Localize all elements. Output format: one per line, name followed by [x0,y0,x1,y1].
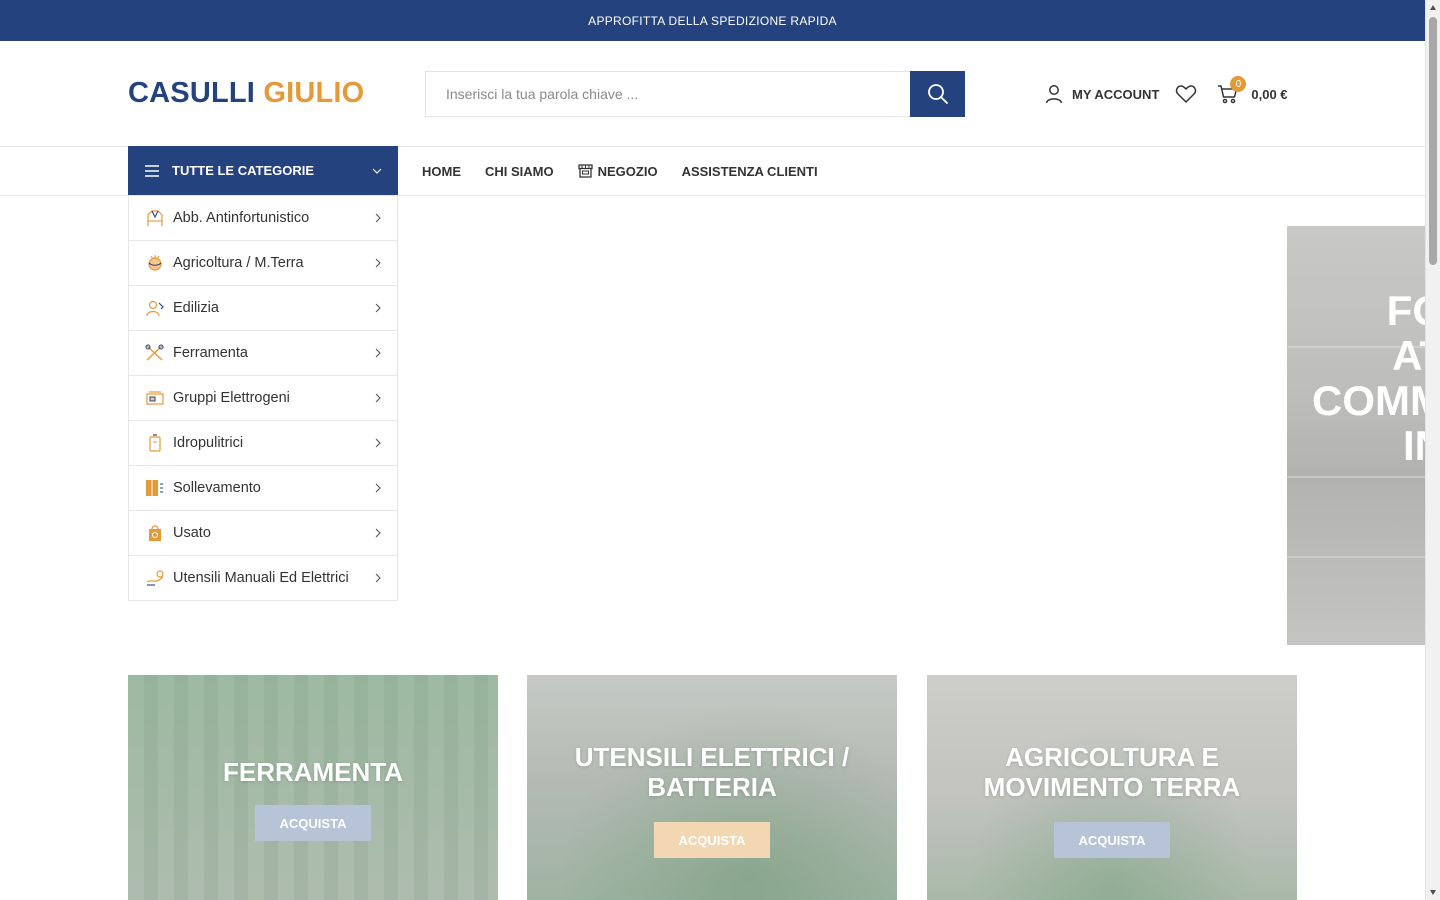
my-account-label: MY ACCOUNT [1072,86,1160,102]
nav-negozio-label: NEGOZIO [597,163,658,179]
category-item-edilizia[interactable]: Edilizia [129,285,397,330]
chevron-right-icon [375,528,381,538]
category-item-sollevamento[interactable]: Sollevamento [129,465,397,510]
vertical-scrollbar[interactable] [1425,0,1440,900]
banner-acquista-button[interactable]: ACQUISTA [653,822,771,858]
cart-button[interactable]: 0 0,00 € [1217,76,1288,104]
promo-banner-agricoltura[interactable]: AGRICOLTURA E MOVIMENTO TERRA ACQUISTA [927,675,1297,900]
lifting-icon [145,478,165,498]
tools-icon [145,343,165,363]
scroll-down-arrow[interactable] [1430,890,1436,895]
banner-title: FERRAMENTA [222,757,404,787]
category-label: Usato [173,525,211,541]
logo-part-2: GIULIO [263,77,365,109]
nav-negozio[interactable]: NEGOZIO [577,163,658,179]
search-icon [927,84,948,104]
generator-icon [145,388,165,408]
construction-icon [145,298,165,318]
hero-text: FO AT COMM IN [1312,288,1425,468]
category-item-usato[interactable]: Usato [129,510,397,555]
hero-line: COMM [1312,377,1425,424]
pressure-washer-icon [145,433,165,453]
category-label: Agricoltura / M.Terra [173,255,304,271]
wishlist-button[interactable] [1175,84,1197,104]
nav-chi-siamo-label: CHI SIAMO [485,163,554,179]
category-item-idropulitrici[interactable]: Idropulitrici [129,420,397,465]
nav-home-label: HOME [422,163,461,179]
banner-title: UTENSILI ELETTRICI / BATTERIA [574,742,850,802]
hero-line: FO [1386,287,1425,334]
site-header: CASULLI GIULIO MY ACCOUNT [0,41,1425,147]
cart-count-badge: 0 [1230,76,1247,92]
user-icon [1044,84,1064,104]
chevron-right-icon [375,483,381,493]
banner-title: AGRICOLTURA E MOVIMENTO TERRA [983,742,1241,802]
used-bag-icon [145,523,165,543]
menu-icon [144,164,160,178]
search-form [425,71,965,117]
chevron-right-icon [375,393,381,403]
all-categories-label: TUTTE LE CATEGORIE [172,163,315,178]
nav-home[interactable]: HOME [422,164,461,179]
category-item-gruppi-elettrogeni[interactable]: Gruppi Elettrogeni [129,375,397,420]
chevron-right-icon [375,213,381,223]
search-input[interactable] [425,71,910,117]
nav-assistenza-label: ASSISTENZA CLIENTI [681,163,818,179]
nav-assistenza-clienti[interactable]: ASSISTENZA CLIENTI [682,164,818,179]
scrollbar-thumb[interactable] [1429,17,1437,265]
category-label: Sollevamento [173,480,261,496]
category-item-utensili[interactable]: Utensili Manuali Ed Elettrici [129,555,397,600]
heart-icon [1176,85,1197,103]
category-label: Utensili Manuali Ed Elettrici [173,570,349,586]
category-item-abb-antinfortunistico[interactable]: Abb. Antinfortunistico [129,196,397,240]
nav-chi-siamo[interactable]: CHI SIAMO [485,164,554,179]
logo-part-1: CASULLI [128,77,256,109]
cart-total: 0,00 € [1251,86,1288,102]
hero-slider-image[interactable]: FO AT COMM IN [1287,226,1425,645]
store-icon [577,164,593,178]
site-logo[interactable]: CASULLI GIULIO [128,77,364,110]
hero-stripe [1287,556,1425,558]
chevron-right-icon [375,348,381,358]
page: APPROFITTA DELLA SPEDIZIONE RAPIDA CASUL… [0,0,1440,900]
banner-acquista-button[interactable]: ACQUISTA [1053,822,1171,858]
chevron-right-icon [375,258,381,268]
category-label: Edilizia [173,300,219,316]
main-menu: HOME CHI SIAMO NEGOZIO ASSISTENZA CLIENT… [422,147,842,195]
hero-stripe [1287,476,1425,478]
my-account-link[interactable]: MY ACCOUNT [1044,84,1159,104]
search-button[interactable] [910,71,965,117]
chevron-right-icon [375,573,381,583]
banner-acquista-button[interactable]: ACQUISTA [254,805,372,841]
category-menu: Abb. Antinfortunistico Agricoltura / M.T… [128,196,398,601]
navigation-bar: TUTTE LE CATEGORIE HOME CHI SIAMO NEGOZI… [0,146,1425,196]
hero-line: IN [1403,422,1425,469]
promo-topbar: APPROFITTA DELLA SPEDIZIONE RAPIDA [0,0,1425,41]
hero-line: AT [1392,332,1425,379]
chevron-right-icon [375,438,381,448]
category-label: Idropulitrici [173,435,244,451]
chevron-right-icon [375,303,381,313]
hand-tools-icon [145,568,165,588]
category-label: Abb. Antinfortunistico [173,210,310,226]
scroll-up-arrow[interactable] [1430,5,1436,10]
category-label: Gruppi Elettrogeni [173,390,290,406]
chevron-down-icon [372,168,382,174]
promo-text: APPROFITTA DELLA SPEDIZIONE RAPIDA [588,13,837,28]
category-item-agricoltura[interactable]: Agricoltura / M.Terra [129,240,397,285]
banner-overlay [128,675,498,900]
header-actions: MY ACCOUNT 0 0,00 € [1044,76,1288,107]
all-categories-button[interactable]: TUTTE LE CATEGORIE [128,146,398,195]
safety-clothing-icon [145,208,165,228]
promo-banner-utensili-elettrici[interactable]: UTENSILI ELETTRICI / BATTERIA ACQUISTA [527,675,897,900]
category-item-ferramenta[interactable]: Ferramenta [129,330,397,375]
agriculture-icon [145,253,165,273]
category-label: Ferramenta [173,345,248,361]
promo-banner-ferramenta[interactable]: FERRAMENTA ACQUISTA [128,675,498,900]
